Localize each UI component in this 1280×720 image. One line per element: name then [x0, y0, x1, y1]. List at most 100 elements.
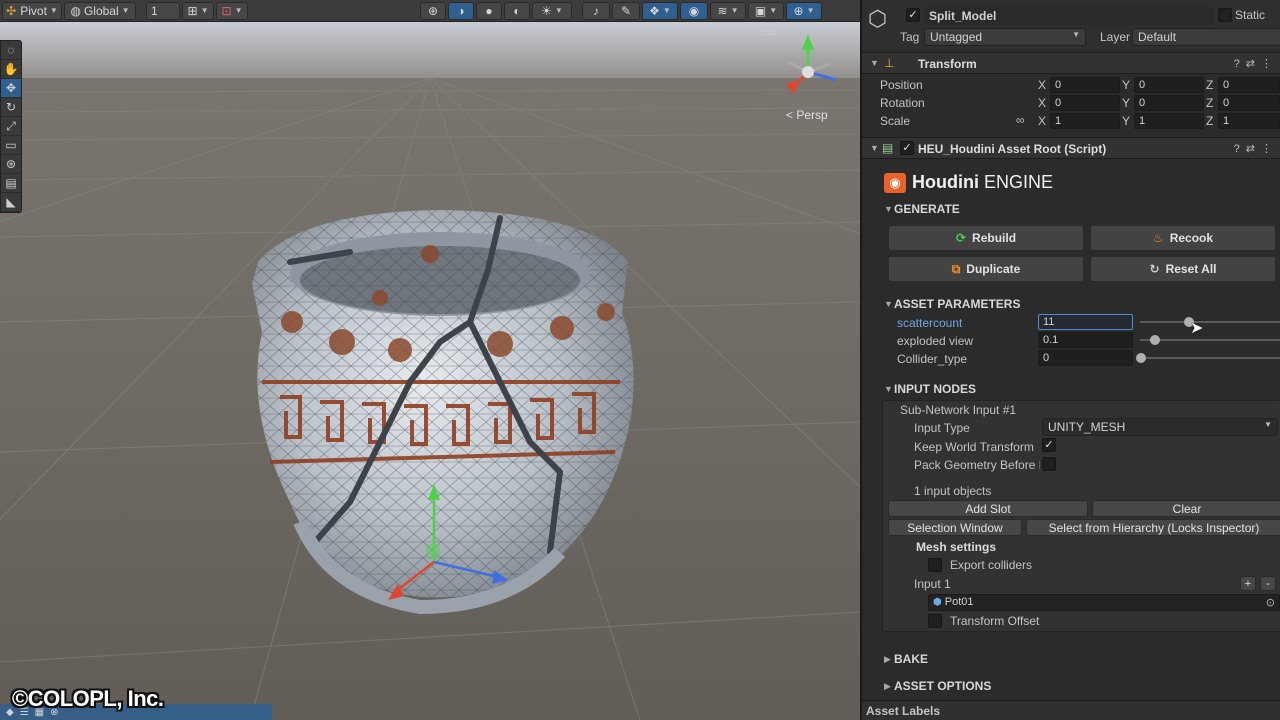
rect-tool-icon[interactable]: ▭: [1, 136, 21, 155]
add-slot-button[interactable]: Add Slot: [888, 500, 1088, 517]
pot-object-field[interactable]: ⬢ Pot01 ⊙: [928, 594, 1280, 611]
layers-icon: ❖: [649, 3, 660, 18]
pack-geometry-label: Pack Geometry Before M: [914, 458, 1040, 472]
generate-title[interactable]: GENERATE: [894, 202, 960, 216]
component-menu-icons[interactable]: ?⇄⋮: [1234, 142, 1278, 155]
scene-canvas[interactable]: [0, 22, 860, 720]
fold-right-icon[interactable]: ▶: [884, 681, 891, 692]
scene-visibility-toggle[interactable]: ❖ ▼: [642, 1, 678, 20]
draw-mode-button[interactable]: ⊕: [420, 1, 446, 20]
scale-x-field[interactable]: 1: [1050, 113, 1120, 129]
clear-button[interactable]: Clear: [1092, 500, 1280, 517]
reset-all-button[interactable]: ↻ Reset All: [1090, 256, 1276, 282]
param-scattercount-field[interactable]: 11: [1038, 314, 1133, 330]
scale-y-field[interactable]: 1: [1134, 113, 1204, 129]
axis-z-label: Z: [1206, 96, 1214, 110]
position-y-field[interactable]: 0: [1134, 77, 1204, 93]
global-dropdown[interactable]: ◍ Global ▼: [64, 1, 136, 20]
effects-toggle[interactable]: ✎: [612, 1, 640, 20]
input-objects-count: 1 input objects: [914, 484, 992, 498]
shaded-button[interactable]: ●: [476, 1, 502, 20]
object-name-field[interactable]: Split_Model: [924, 7, 1214, 25]
keep-world-transform-checkbox[interactable]: ✓: [1042, 438, 1056, 452]
collider-type-slider-thumb[interactable]: [1136, 353, 1146, 363]
duplicate-button[interactable]: ⧉ Duplicate: [888, 256, 1084, 282]
component-enabled-checkbox[interactable]: ✓: [900, 141, 914, 155]
asset-options-title[interactable]: ASSET OPTIONS: [894, 679, 991, 693]
add-input-button[interactable]: +: [1240, 576, 1256, 591]
rebuild-button[interactable]: ⟳ Rebuild: [888, 225, 1084, 251]
tag-dropdown[interactable]: Untagged ▼: [924, 28, 1086, 46]
chevron-down-icon: ▼: [1072, 30, 1080, 39]
fold-down-icon[interactable]: ▼: [870, 143, 879, 153]
collider-type-slider-track[interactable]: [1140, 357, 1280, 359]
move-tool-icon[interactable]: ✥: [1, 79, 21, 98]
rotation-x-field[interactable]: 0: [1050, 95, 1120, 111]
asset-labels-bar[interactable]: Asset Labels: [862, 700, 1280, 720]
scale-tool-icon[interactable]: ⤢: [1, 117, 21, 136]
pack-geometry-checkbox[interactable]: [1042, 457, 1056, 471]
grid-snap-button[interactable]: ⊞ ▼: [182, 1, 214, 20]
rotation-z-field[interactable]: 0: [1218, 95, 1280, 111]
visibility-toggle[interactable]: ◉: [680, 1, 708, 20]
gizmos-dropdown[interactable]: ⊕ ▼: [786, 1, 822, 20]
lighting-toggle[interactable]: ☀ ▼: [532, 1, 572, 20]
transform-header[interactable]: ▼ ⊥ Transform ?⇄⋮: [862, 52, 1280, 74]
global-label: Global: [83, 3, 119, 18]
selection-window-button[interactable]: Selection Window: [888, 519, 1022, 536]
chevron-down-icon: ▼: [234, 6, 243, 15]
object-picker-icon[interactable]: ⊙: [1266, 596, 1275, 609]
asset-parameters-title[interactable]: ASSET PARAMETERS: [894, 297, 1020, 311]
audio-toggle[interactable]: ♪: [582, 1, 610, 20]
fold-down-icon[interactable]: ▼: [884, 204, 893, 214]
fold-down-icon[interactable]: ▼: [884, 384, 893, 394]
exploded-view-slider-thumb[interactable]: [1150, 335, 1160, 345]
exploded-view-slider-track[interactable]: [1140, 339, 1280, 341]
fold-right-icon[interactable]: ▶: [884, 654, 891, 665]
input-type-dropdown[interactable]: UNITY_MESH ▼: [1042, 418, 1278, 436]
persp-label[interactable]: < Persp: [786, 108, 828, 122]
layers-dropdown[interactable]: ≋ ▼: [710, 1, 746, 20]
select-from-hierarchy-button[interactable]: Select from Hierarchy (Locks Inspector): [1026, 519, 1280, 536]
recook-button[interactable]: ♨ Recook: [1090, 225, 1276, 251]
houdini-asset-root-header[interactable]: ▼ ▤ ✓ HEU_Houdini Asset Root (Script) ?⇄…: [862, 137, 1280, 159]
pivot-icon: ✣: [6, 3, 17, 18]
fold-down-icon[interactable]: ▼: [884, 299, 893, 309]
static-checkbox[interactable]: [1218, 8, 1232, 22]
camera-dropdown[interactable]: ▣ ▼: [748, 1, 784, 20]
bake-title[interactable]: BAKE: [894, 652, 928, 666]
grid-size-field[interactable]: 1: [146, 1, 180, 20]
layer-dropdown[interactable]: Default: [1132, 28, 1280, 46]
gizmo-icon: ⊕: [793, 3, 804, 18]
tool-strip: ◌ ✋ ✥ ↻ ⤢ ▭ ⊛ ▤ ◣: [0, 40, 22, 213]
component-menu-icons[interactable]: ?⇄⋮: [1234, 57, 1278, 70]
input-nodes-title[interactable]: INPUT NODES: [894, 382, 976, 396]
terrain-tool-icon[interactable]: ◣: [1, 193, 21, 212]
wireframe-button[interactable]: ◐: [504, 1, 530, 20]
transform-offset-checkbox[interactable]: [928, 614, 942, 628]
scattercount-slider-track[interactable]: [1140, 321, 1280, 323]
param-collider-type-field[interactable]: 0: [1038, 350, 1133, 366]
object-active-checkbox[interactable]: ✓: [906, 8, 920, 22]
view-tool-icon[interactable]: ◌: [1, 41, 21, 60]
position-x-field[interactable]: 0: [1050, 77, 1120, 93]
shaded-wireframe-button[interactable]: ◑: [448, 1, 474, 20]
increment-snap-icon: ⊡: [221, 3, 232, 18]
increment-snap-button[interactable]: ⊡ ▼: [216, 1, 248, 20]
wireframe-sphere-icon: ◐: [513, 3, 521, 18]
param-exploded-view-field[interactable]: 0.1: [1038, 332, 1133, 348]
scale-z-field[interactable]: 1: [1218, 113, 1280, 129]
pivot-dropdown[interactable]: ✣ Pivot ▼: [2, 1, 62, 20]
recook-label: Recook: [1169, 231, 1214, 245]
position-z-field[interactable]: 0: [1218, 77, 1280, 93]
fold-down-icon[interactable]: ▼: [870, 58, 879, 68]
custom-tool-icon[interactable]: ▤: [1, 174, 21, 193]
export-colliders-checkbox[interactable]: [928, 558, 942, 572]
rotation-y-field[interactable]: 0: [1134, 95, 1204, 111]
transform-tool-icon[interactable]: ⊛: [1, 155, 21, 174]
rotate-tool-icon[interactable]: ↻: [1, 98, 21, 117]
link-icon[interactable]: ∞: [1016, 113, 1025, 127]
scene-view[interactable]: ✣ Pivot ▼ ◍ Global ▼ 1 ⊞ ▼ ⊡ ▼ ⊕ ◑ ● ◐ ☀ ▼ …: [0, 0, 860, 720]
hand-tool-icon[interactable]: ✋: [1, 60, 21, 79]
remove-input-button[interactable]: -: [1260, 576, 1276, 591]
